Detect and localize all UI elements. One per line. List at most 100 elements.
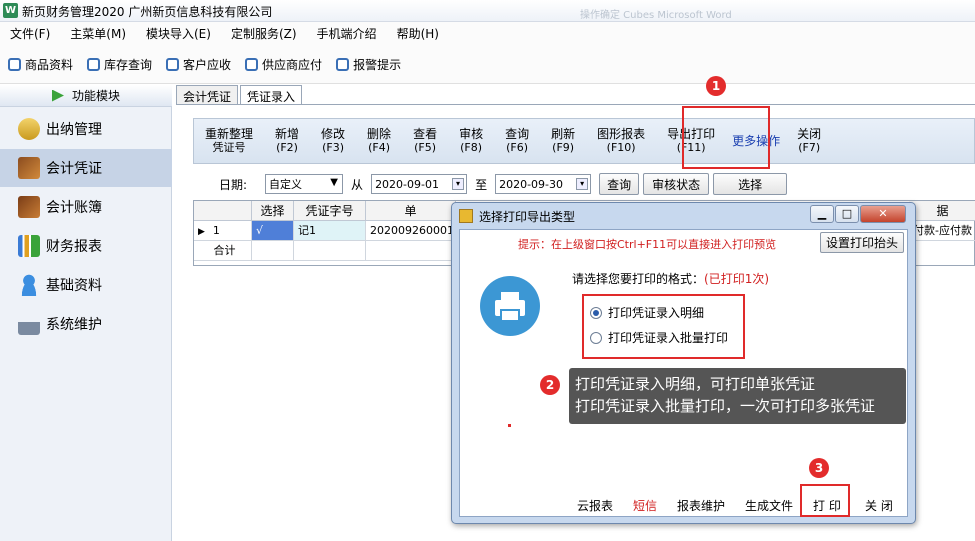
tb-label: 删除 bbox=[367, 127, 392, 141]
sidebar: 功能模块 出纳管理 会计凭证 会计账簿 财务报表 基础资料 系统维护 bbox=[0, 85, 172, 541]
grid-header-select[interactable]: 选择 bbox=[252, 201, 294, 221]
date-label: 日期: bbox=[219, 177, 248, 192]
generate-file-link[interactable]: 生成文件 bbox=[745, 497, 793, 514]
view-button[interactable]: 查看 (F5) bbox=[402, 127, 448, 155]
calendar-icon[interactable]: ▾ bbox=[452, 178, 465, 190]
row-voucher-no[interactable]: 记1 bbox=[294, 221, 366, 241]
quick-alerts[interactable]: 报警提示 bbox=[336, 56, 401, 73]
tab-strip: 会计凭证 凭证录入 bbox=[176, 85, 304, 105]
quick-receivables[interactable]: 客户应收 bbox=[166, 56, 231, 73]
query-button[interactable]: 查询 (F6) bbox=[494, 128, 540, 155]
report-maintenance-link[interactable]: 报表维护 bbox=[677, 497, 725, 514]
window-title: 新页财务管理2020 广州新页信息科技有限公司 bbox=[22, 5, 273, 19]
sidebar-item-basic-data[interactable]: 基础资料 bbox=[0, 266, 172, 304]
user-icon bbox=[18, 274, 40, 296]
quick-label: 库存查询 bbox=[104, 58, 153, 72]
title-bar: W 新页财务管理2020 广州新页信息科技有限公司 操作确定 Cubes Mic… bbox=[0, 0, 975, 22]
setup-print-header-button[interactable]: 设置打印抬头 bbox=[820, 232, 904, 253]
edit-button[interactable]: 修改 (F3) bbox=[310, 127, 356, 155]
sms-link[interactable]: 短信 bbox=[633, 497, 657, 514]
row-select-checkbox[interactable]: √ bbox=[252, 221, 294, 241]
menu-main[interactable]: 主菜单(M) bbox=[60, 22, 136, 46]
tb-label: 关闭 bbox=[797, 127, 822, 141]
sidebar-item-reports[interactable]: 财务报表 bbox=[0, 227, 172, 265]
reorganize-button[interactable]: 重新整理 凭证号 bbox=[194, 128, 264, 155]
to-date-value: 2020-09-30 bbox=[499, 177, 564, 191]
audit-button[interactable]: 审核 (F8) bbox=[448, 128, 494, 155]
maximize-icon[interactable]: □ bbox=[835, 205, 859, 223]
refresh-button[interactable]: 刷新 (F9) bbox=[540, 128, 586, 155]
filter-query-button[interactable]: 查询 bbox=[599, 173, 640, 195]
tab-voucher-entry[interactable]: 凭证录入 bbox=[240, 85, 303, 105]
quick-payables[interactable]: 供应商应付 bbox=[245, 56, 322, 73]
grid-header-doc[interactable]: 据 bbox=[909, 201, 975, 221]
tb-key: (F10) bbox=[606, 141, 636, 154]
to-label: 至 bbox=[475, 177, 488, 192]
quick-item-icon bbox=[166, 58, 180, 71]
tb-label: 修改 bbox=[321, 127, 346, 141]
highlight-export-print bbox=[682, 106, 770, 169]
explanation-callout: 打印凭证录入明细，可打印单张凭证 打印凭证录入批量打印，一次可打印多张凭证 bbox=[569, 368, 906, 424]
grid-header-bill[interactable]: 单 bbox=[366, 201, 456, 221]
close-button[interactable]: 关闭 (F7) bbox=[786, 127, 832, 155]
dialog-close-button[interactable]: 关 闭 bbox=[865, 497, 893, 514]
row-bill-no[interactable]: 202009260001 bbox=[366, 221, 456, 241]
menu-file[interactable]: 文件(F) bbox=[0, 22, 60, 46]
sidebar-item-label: 会计凭证 bbox=[46, 161, 102, 177]
printed-count: (已打印1次) bbox=[704, 272, 770, 286]
sidebar-item-label: 财务报表 bbox=[46, 239, 102, 255]
chart-report-button[interactable]: 图形报表 (F10) bbox=[586, 127, 656, 155]
chevron-down-icon: ▼ bbox=[330, 177, 338, 188]
dialog-hint: 提示：在上级窗口按Ctrl+F11可以直接进入打印预览 bbox=[518, 238, 777, 251]
menu-mobile-intro[interactable]: 手机端介绍 bbox=[307, 22, 387, 46]
tb-key: (F7) bbox=[798, 141, 821, 154]
grid-total-label: 合计 bbox=[194, 241, 252, 261]
grid-total-cell bbox=[252, 241, 294, 261]
tb-label: 图形报表 bbox=[597, 127, 646, 141]
voucher-toolbar: 重新整理 凭证号 新增 (F2) 修改 (F3) 删除 (F4) 查看 (F5) 审核 (F… bbox=[193, 118, 975, 164]
sidebar-item-cashier[interactable]: 出纳管理 bbox=[0, 110, 172, 148]
quick-product-info[interactable]: 商品资料 bbox=[8, 56, 73, 73]
close-icon[interactable]: ✕ bbox=[860, 205, 906, 223]
select-button[interactable]: 选择 bbox=[713, 173, 788, 195]
play-icon bbox=[51, 89, 64, 102]
format-prompt: 请选择您要打印的格式：(已打印1次) bbox=[572, 270, 769, 287]
sidebar-item-account-books[interactable]: 会计账簿 bbox=[0, 188, 172, 226]
row-doc-summary[interactable]: 付款-应付款 bbox=[909, 221, 975, 241]
app-logo-icon: W bbox=[3, 3, 18, 18]
date-range-select[interactable]: 自定义 ▼ bbox=[265, 174, 344, 194]
menu-bar: 文件(F) 主菜单(M) 模块导入(E) 定制服务(Z) 手机端介绍 帮助(H) bbox=[0, 22, 975, 46]
tb-key: (F2) bbox=[276, 141, 298, 154]
highlight-print-button bbox=[800, 484, 850, 517]
tb-key: 凭证号 bbox=[212, 141, 246, 154]
grid-header-voucher-no[interactable]: 凭证字号 bbox=[294, 201, 366, 221]
new-button[interactable]: 新增 (F2) bbox=[264, 128, 310, 155]
menu-custom-service[interactable]: 定制服务(Z) bbox=[221, 22, 307, 46]
tb-label: 查看 bbox=[413, 127, 438, 141]
calendar-icon[interactable]: ▾ bbox=[576, 178, 589, 190]
cloud-report-link[interactable]: 云报表 bbox=[577, 497, 613, 514]
delete-button[interactable]: 删除 (F4) bbox=[356, 127, 402, 155]
sidebar-item-label: 基础资料 bbox=[46, 278, 102, 294]
to-date-field[interactable]: 2020-09-30 ▾ bbox=[495, 174, 592, 194]
audit-status-button[interactable]: 审核状态 bbox=[643, 173, 710, 195]
grid-total-cell bbox=[294, 241, 366, 261]
account-book-icon bbox=[18, 196, 40, 218]
bar-chart-icon bbox=[18, 235, 40, 257]
row-pointer-icon: ▶ bbox=[198, 227, 205, 237]
menu-module-import[interactable]: 模块导入(E) bbox=[136, 22, 221, 46]
sidebar-item-label: 会计账簿 bbox=[46, 200, 102, 216]
minimize-icon[interactable]: ▁ bbox=[810, 205, 834, 223]
quick-inventory-query[interactable]: 库存查询 bbox=[87, 56, 152, 73]
tb-key: (F8) bbox=[460, 141, 483, 154]
sidebar-item-label: 系统维护 bbox=[46, 317, 102, 333]
format-prompt-text: 请选择您要打印的格式： bbox=[572, 272, 705, 286]
tb-key: (F9) bbox=[552, 141, 575, 154]
from-date-field[interactable]: 2020-09-01 ▾ bbox=[371, 174, 468, 194]
sidebar-item-vouchers[interactable]: 会计凭证 bbox=[0, 149, 172, 187]
tb-key: (F3) bbox=[322, 141, 344, 154]
tab-accounting-voucher[interactable]: 会计凭证 bbox=[176, 85, 239, 105]
table-row-index[interactable]: ▶ 1 bbox=[194, 221, 252, 241]
menu-help[interactable]: 帮助(H) bbox=[387, 22, 449, 46]
sidebar-item-system[interactable]: 系统维护 bbox=[0, 305, 172, 343]
